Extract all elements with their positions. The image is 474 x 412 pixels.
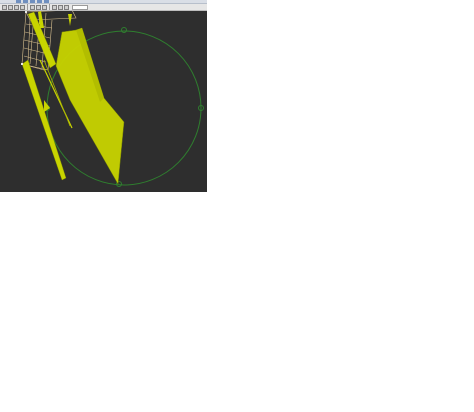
- 3d-viewport[interactable]: [0, 11, 207, 192]
- pan-tool-icon[interactable]: [30, 4, 35, 10]
- grid-toggle-icon[interactable]: [52, 4, 57, 10]
- menu-tools-button[interactable]: [37, 0, 42, 3]
- zoom-tool-icon[interactable]: [42, 4, 47, 10]
- snap-toggle-icon[interactable]: [58, 4, 63, 10]
- menu-file-button[interactable]: [16, 0, 21, 3]
- menu-view-button[interactable]: [30, 0, 35, 3]
- toolbar-separator: [49, 4, 50, 10]
- orbit-tool-icon[interactable]: [36, 4, 41, 10]
- main-toolbar: [0, 4, 207, 11]
- scale-tool-icon[interactable]: [20, 4, 25, 10]
- menu-edit-button[interactable]: [23, 0, 28, 3]
- mesh-spike-left[interactable]: [21, 59, 67, 181]
- select-tool-icon[interactable]: [2, 4, 7, 10]
- zoom-level-input[interactable]: [72, 4, 88, 10]
- gizmo-handle-top[interactable]: [121, 27, 127, 33]
- render-mode-icon[interactable]: [64, 4, 69, 10]
- rotate-tool-icon[interactable]: [14, 4, 19, 10]
- toolbar-separator: [27, 4, 28, 10]
- menu-help-button[interactable]: [44, 0, 49, 3]
- mesh-fragment: [68, 14, 72, 26]
- selected-mesh[interactable]: [21, 11, 125, 185]
- move-tool-icon[interactable]: [8, 4, 13, 10]
- mesh-slab-face[interactable]: [55, 27, 125, 185]
- modeling-app-window: [0, 0, 207, 192]
